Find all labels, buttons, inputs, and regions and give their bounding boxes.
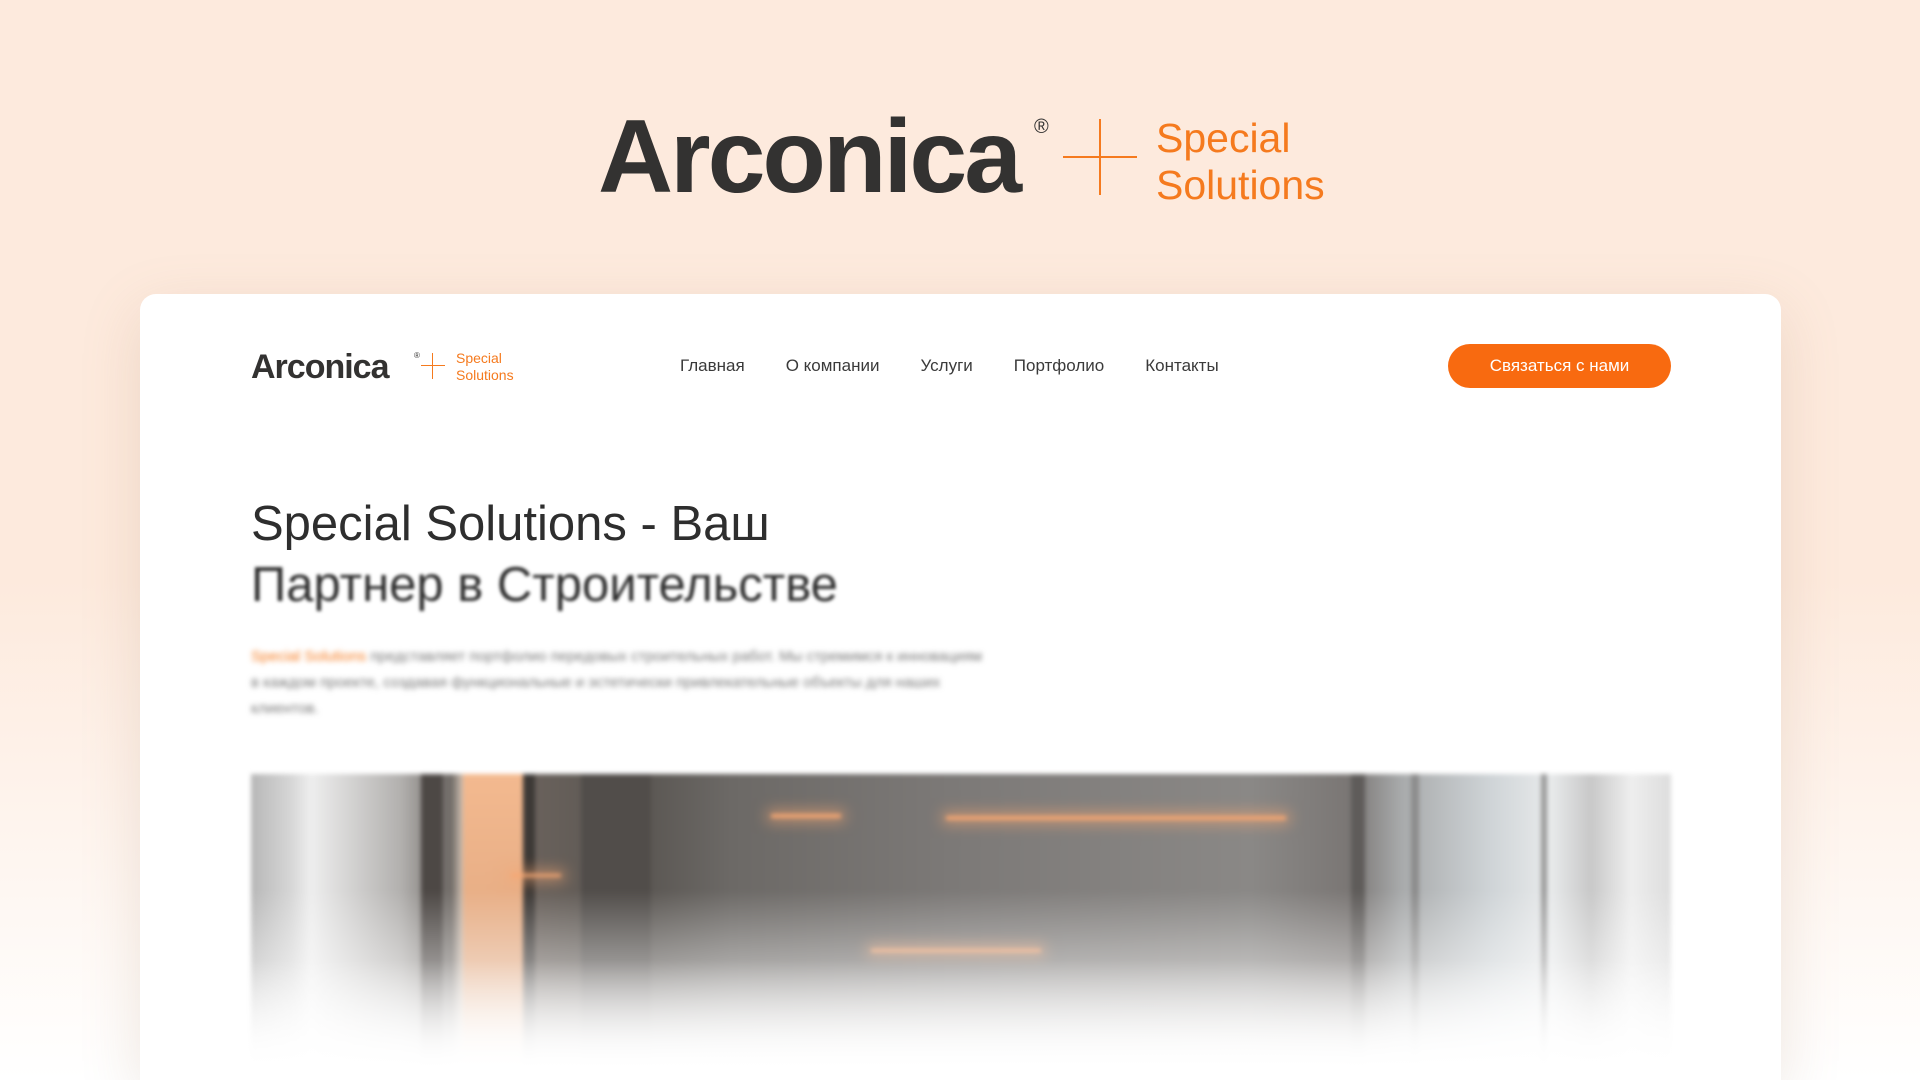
brand-wordmark: Arconica [598,99,1022,215]
nav-item-contacts[interactable]: Контакты [1145,354,1218,378]
hero-title-line1: Special Solutions - Ваш [251,497,770,551]
hero-title-line2: Партнер в Строительстве [251,558,838,612]
nav-item-about[interactable]: О компании [786,354,880,378]
plus-icon [1063,119,1137,195]
brand-tagline-line2: Solutions [1156,162,1325,208]
header-logo[interactable]: Arconica ® Special Solutions [251,349,521,389]
header-logo-tagline-line1: Special [456,350,502,366]
brand-tagline-line1: Special [1156,115,1291,161]
brand-tagline: Special Solutions [1156,115,1325,209]
registered-mark: ® [1034,116,1049,138]
hero-description: Special Solutions представляет портфолио… [251,644,991,722]
main-nav: Главная О компании Услуги Портфолио Конт… [680,354,1260,378]
hero-description-accent: Special Solutions [251,648,367,665]
header-logo-tagline-line2: Solutions [456,367,514,383]
website-preview: Arconica ® Special Solutions Главная О к… [140,294,1781,1080]
hero-title: Special Solutions - Ваш Партнер в Строит… [251,494,1051,616]
brand-lockup: Arconica ® Special Solutions [598,99,1325,215]
contact-us-button[interactable]: Связаться с нами [1448,344,1671,388]
nav-item-portfolio[interactable]: Портфолио [1014,354,1104,378]
header-logo-tagline: Special Solutions [456,350,514,384]
header-plus-icon [421,353,445,379]
header-logo-wordmark: Arconica [251,348,389,386]
header-registered-mark: ® [414,351,420,360]
nav-item-services[interactable]: Услуги [920,354,972,378]
nav-item-home[interactable]: Главная [680,354,745,378]
